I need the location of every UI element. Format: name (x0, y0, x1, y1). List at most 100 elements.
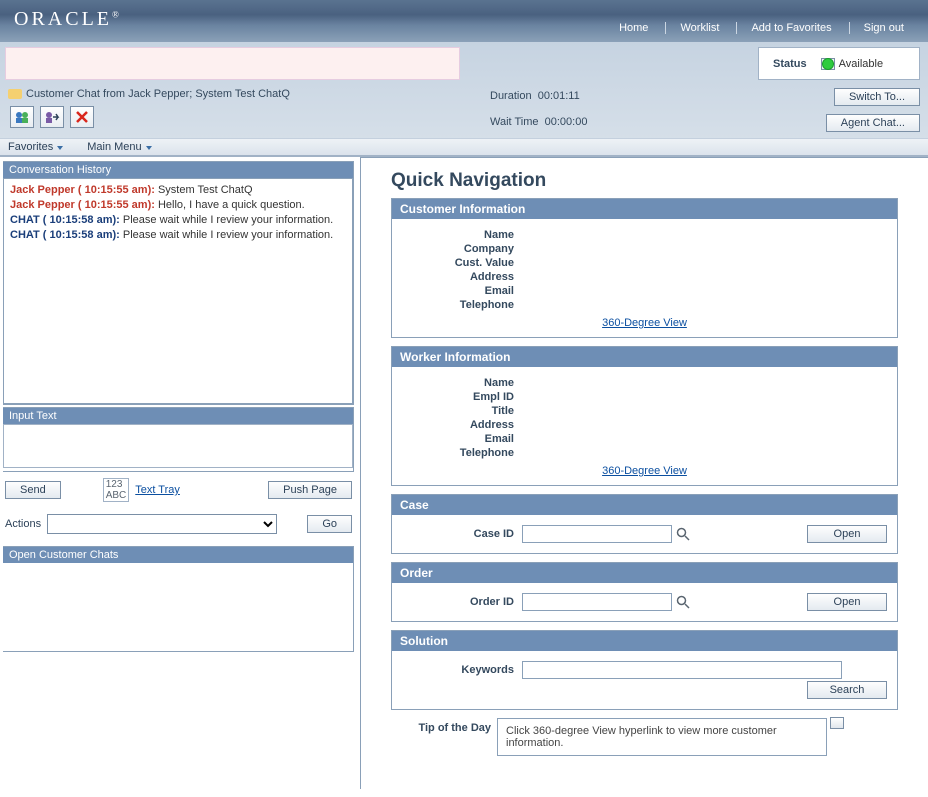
worker-360-link[interactable]: 360-Degree View (602, 465, 687, 477)
keywords-input[interactable] (522, 661, 842, 679)
message-sender: CHAT ( 10:15:58 am): (10, 229, 123, 241)
chat-input[interactable] (3, 424, 353, 468)
message-sender: CHAT ( 10:15:58 am): (10, 214, 123, 226)
duration-row: Duration 00:01:11 (490, 90, 580, 102)
tip-of-day: Tip of the Day Click 360-degree View hyp… (391, 718, 898, 756)
global-header: ORACLE® Home Worklist Add to Favorites S… (0, 0, 928, 42)
open-chats-header: Open Customer Chats (3, 547, 353, 563)
cust-value-label: Cust. Value (402, 257, 522, 269)
chat-icon (8, 89, 22, 99)
case-id-label: Case ID (402, 528, 522, 540)
cust-address-label: Address (402, 271, 522, 283)
chat-toolbar (0, 100, 928, 134)
case-group: Case Case ID Open (391, 494, 898, 554)
tip-text: Click 360-degree View hyperlink to view … (497, 718, 827, 756)
keywords-label: Keywords (402, 664, 522, 676)
customer-info-header: Customer Information (392, 199, 897, 219)
case-id-input[interactable] (522, 525, 672, 543)
conversation-history-section: Conversation History Jack Pepper ( 10:15… (3, 161, 354, 405)
nav-signout[interactable]: Sign out (849, 22, 918, 34)
popout-icon[interactable] (830, 717, 844, 729)
go-button[interactable]: Go (307, 515, 352, 533)
status-label: Status (759, 58, 821, 70)
chat-title-text: Customer Chat from Jack Pepper; System T… (26, 88, 290, 100)
waittime-row: Wait Time 00:00:00 (490, 116, 587, 128)
conversation-history-body: Jack Pepper ( 10:15:55 am): System Test … (3, 178, 353, 404)
nav-home[interactable]: Home (605, 22, 662, 34)
order-open-button[interactable]: Open (807, 593, 887, 611)
agent-chat-button[interactable]: Agent Chat... (826, 114, 920, 132)
send-row: Send 123ABC Text Tray Push Page (3, 474, 354, 506)
actions-row: Actions Go (3, 506, 354, 546)
worker-info-header: Worker Information (392, 347, 897, 367)
duration-value: 00:01:11 (538, 90, 580, 102)
tip-label: Tip of the Day (391, 718, 491, 734)
nav-worklist[interactable]: Worklist (665, 22, 733, 34)
context-header: Status Available Customer Chat from Jack… (0, 42, 928, 157)
send-button[interactable]: Send (5, 481, 61, 499)
push-page-button[interactable]: Push Page (268, 481, 352, 499)
end-chat-icon[interactable] (70, 106, 94, 128)
actions-select[interactable] (47, 514, 277, 534)
duration-label: Duration (490, 90, 532, 102)
order-id-label: Order ID (402, 596, 522, 608)
input-text-header: Input Text (3, 408, 353, 424)
solution-header: Solution (392, 631, 897, 651)
solution-group: Solution Keywords Search (391, 630, 898, 710)
right-scroll[interactable]: Quick Navigation Customer Information Na… (361, 158, 928, 789)
waittime-value: 00:00:00 (545, 116, 588, 128)
cust-telephone-label: Telephone (402, 299, 522, 311)
banner-placeholder (5, 47, 460, 80)
worker-address-label: Address (402, 419, 522, 431)
search-button[interactable]: Search (807, 681, 887, 699)
worker-telephone-label: Telephone (402, 447, 522, 459)
transfer-icon[interactable] (40, 106, 64, 128)
worker-info-group: Worker Information Name Empl ID Title Ad… (391, 346, 898, 486)
switch-to-button[interactable]: Switch To... (834, 88, 920, 106)
conference-icon[interactable] (10, 106, 34, 128)
case-header: Case (392, 495, 897, 515)
worker-name-label: Name (402, 377, 522, 389)
waittime-label: Wait Time (490, 116, 539, 128)
message-text: Please wait while I review your informat… (123, 229, 333, 241)
text-tray-icon[interactable]: 123ABC (103, 478, 130, 502)
menu-favorites[interactable]: Favorites (8, 141, 63, 153)
presence-icon (822, 58, 834, 70)
cust-name-label: Name (402, 229, 522, 241)
message-text: System Test ChatQ (158, 184, 253, 196)
status-available[interactable]: Available (821, 58, 883, 70)
status-value: Available (839, 58, 883, 70)
conversation-history-header: Conversation History (3, 162, 353, 178)
input-text-section: Input Text (3, 407, 354, 472)
message-text: Please wait while I review your informat… (123, 214, 333, 226)
order-lookup-icon[interactable] (676, 595, 690, 609)
right-column: Quick Navigation Customer Information Na… (360, 157, 928, 789)
nav-add-favorites[interactable]: Add to Favorites (736, 22, 845, 34)
case-open-button[interactable]: Open (807, 525, 887, 543)
open-chats-body (3, 563, 353, 651)
menu-bar: Favorites Main Menu (0, 138, 928, 156)
top-nav: Home Worklist Add to Favorites Sign out (605, 22, 918, 34)
left-column: Conversation History Jack Pepper ( 10:15… (0, 157, 360, 789)
customer-info-group: Customer Information Name Company Cust. … (391, 198, 898, 338)
order-id-input[interactable] (522, 593, 672, 611)
text-tray-link[interactable]: Text Tray (135, 484, 180, 496)
actions-label: Actions (5, 518, 41, 530)
worker-emplid-label: Empl ID (402, 391, 522, 403)
cust-company-label: Company (402, 243, 522, 255)
open-chats-section: Open Customer Chats (3, 546, 354, 652)
message-sender: Jack Pepper ( 10:15:55 am): (10, 199, 158, 211)
cust-email-label: Email (402, 285, 522, 297)
worker-email-label: Email (402, 433, 522, 445)
workspace: Conversation History Jack Pepper ( 10:15… (0, 157, 928, 789)
order-header: Order (392, 563, 897, 583)
cust-360-link[interactable]: 360-Degree View (602, 317, 687, 329)
message-text: Hello, I have a quick question. (158, 199, 305, 211)
menu-main[interactable]: Main Menu (87, 141, 151, 153)
agent-status-box: Status Available (758, 47, 920, 80)
message-sender: Jack Pepper ( 10:15:55 am): (10, 184, 158, 196)
quick-nav-title: Quick Navigation (391, 170, 898, 192)
worker-title-label: Title (402, 405, 522, 417)
case-lookup-icon[interactable] (676, 527, 690, 541)
order-group: Order Order ID Open (391, 562, 898, 622)
